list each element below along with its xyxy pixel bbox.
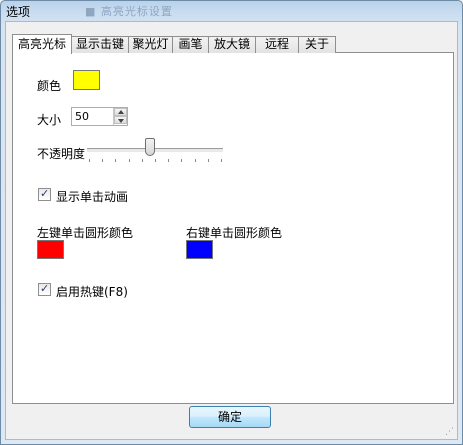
- tab-6[interactable]: 关于: [298, 36, 336, 53]
- slider-tick: [194, 159, 196, 162]
- spin-down-button[interactable]: [114, 116, 127, 124]
- tab-panel: 颜色 大小 50 不透明度 ✓ 显示单击动画 左键单击圆形颜色 右键单击圆形颜色: [12, 52, 454, 404]
- opacity-slider-thumb[interactable]: [144, 138, 155, 156]
- size-spinner[interactable]: 50: [71, 107, 128, 126]
- show-click-anim-checkbox[interactable]: ✓: [38, 187, 51, 201]
- spin-up-button[interactable]: [114, 108, 127, 116]
- opacity-label: 不透明度: [37, 147, 86, 161]
- arrow-up-icon: [118, 110, 124, 114]
- window-ghost-title: ■ 高亮光标设置: [85, 5, 173, 18]
- dialog-client: 颜色 大小 50 不透明度 ✓ 显示单击动画 左键单击圆形颜色 右键单击圆形颜色: [5, 21, 458, 440]
- slider-tick: [89, 159, 90, 162]
- slider-tick: [207, 159, 209, 162]
- check-icon: ✓: [40, 282, 50, 295]
- color-label: 颜色: [37, 79, 62, 93]
- tab-2[interactable]: 聚光灯: [128, 36, 173, 53]
- arrow-down-icon: [118, 119, 124, 123]
- check-icon: ✓: [40, 187, 50, 200]
- tab-1[interactable]: 显示击键: [71, 36, 129, 53]
- tab-5[interactable]: 远程: [255, 36, 299, 53]
- show-click-anim-label: 显示单击动画: [56, 190, 129, 204]
- left-click-color-swatch[interactable]: [37, 240, 64, 259]
- slider-tick: [155, 159, 156, 162]
- highlight-color-swatch[interactable]: [73, 70, 100, 90]
- slider-tick: [181, 159, 183, 162]
- size-label: 大小: [37, 113, 62, 127]
- slider-tick: [115, 159, 117, 162]
- hotkey-checkbox[interactable]: ✓: [38, 282, 51, 296]
- tab-4[interactable]: 放大镜: [208, 36, 256, 53]
- window-title: 选项: [6, 5, 31, 19]
- right-click-color-label: 右键单击圆形颜色: [186, 226, 283, 240]
- slider-tick: [141, 159, 143, 162]
- hotkey-label: 启用热键(F8): [56, 285, 128, 299]
- tab-3[interactable]: 画笔: [172, 36, 209, 53]
- resize-grip-icon[interactable]: ⋰: [445, 427, 455, 437]
- slider-tick: [102, 159, 104, 162]
- options-window: 选项 ■ 高亮光标设置 颜色 大小 50 不透明度 ✓ 显示单击动画 左键单击圆…: [0, 0, 463, 445]
- spin-buttons: [113, 108, 127, 125]
- slider-tick: [168, 159, 170, 162]
- ok-button[interactable]: 确定: [189, 406, 271, 428]
- tab-0[interactable]: 高亮光标: [12, 34, 72, 54]
- title-bar[interactable]: 选项 ■ 高亮光标设置: [1, 1, 462, 21]
- right-click-color-swatch[interactable]: [186, 240, 213, 259]
- slider-tick: [128, 159, 130, 162]
- slider-tick: [221, 159, 222, 162]
- size-value[interactable]: 50: [75, 110, 89, 123]
- opacity-slider-track[interactable]: [87, 148, 223, 153]
- left-click-color-label: 左键单击圆形颜色: [37, 226, 134, 240]
